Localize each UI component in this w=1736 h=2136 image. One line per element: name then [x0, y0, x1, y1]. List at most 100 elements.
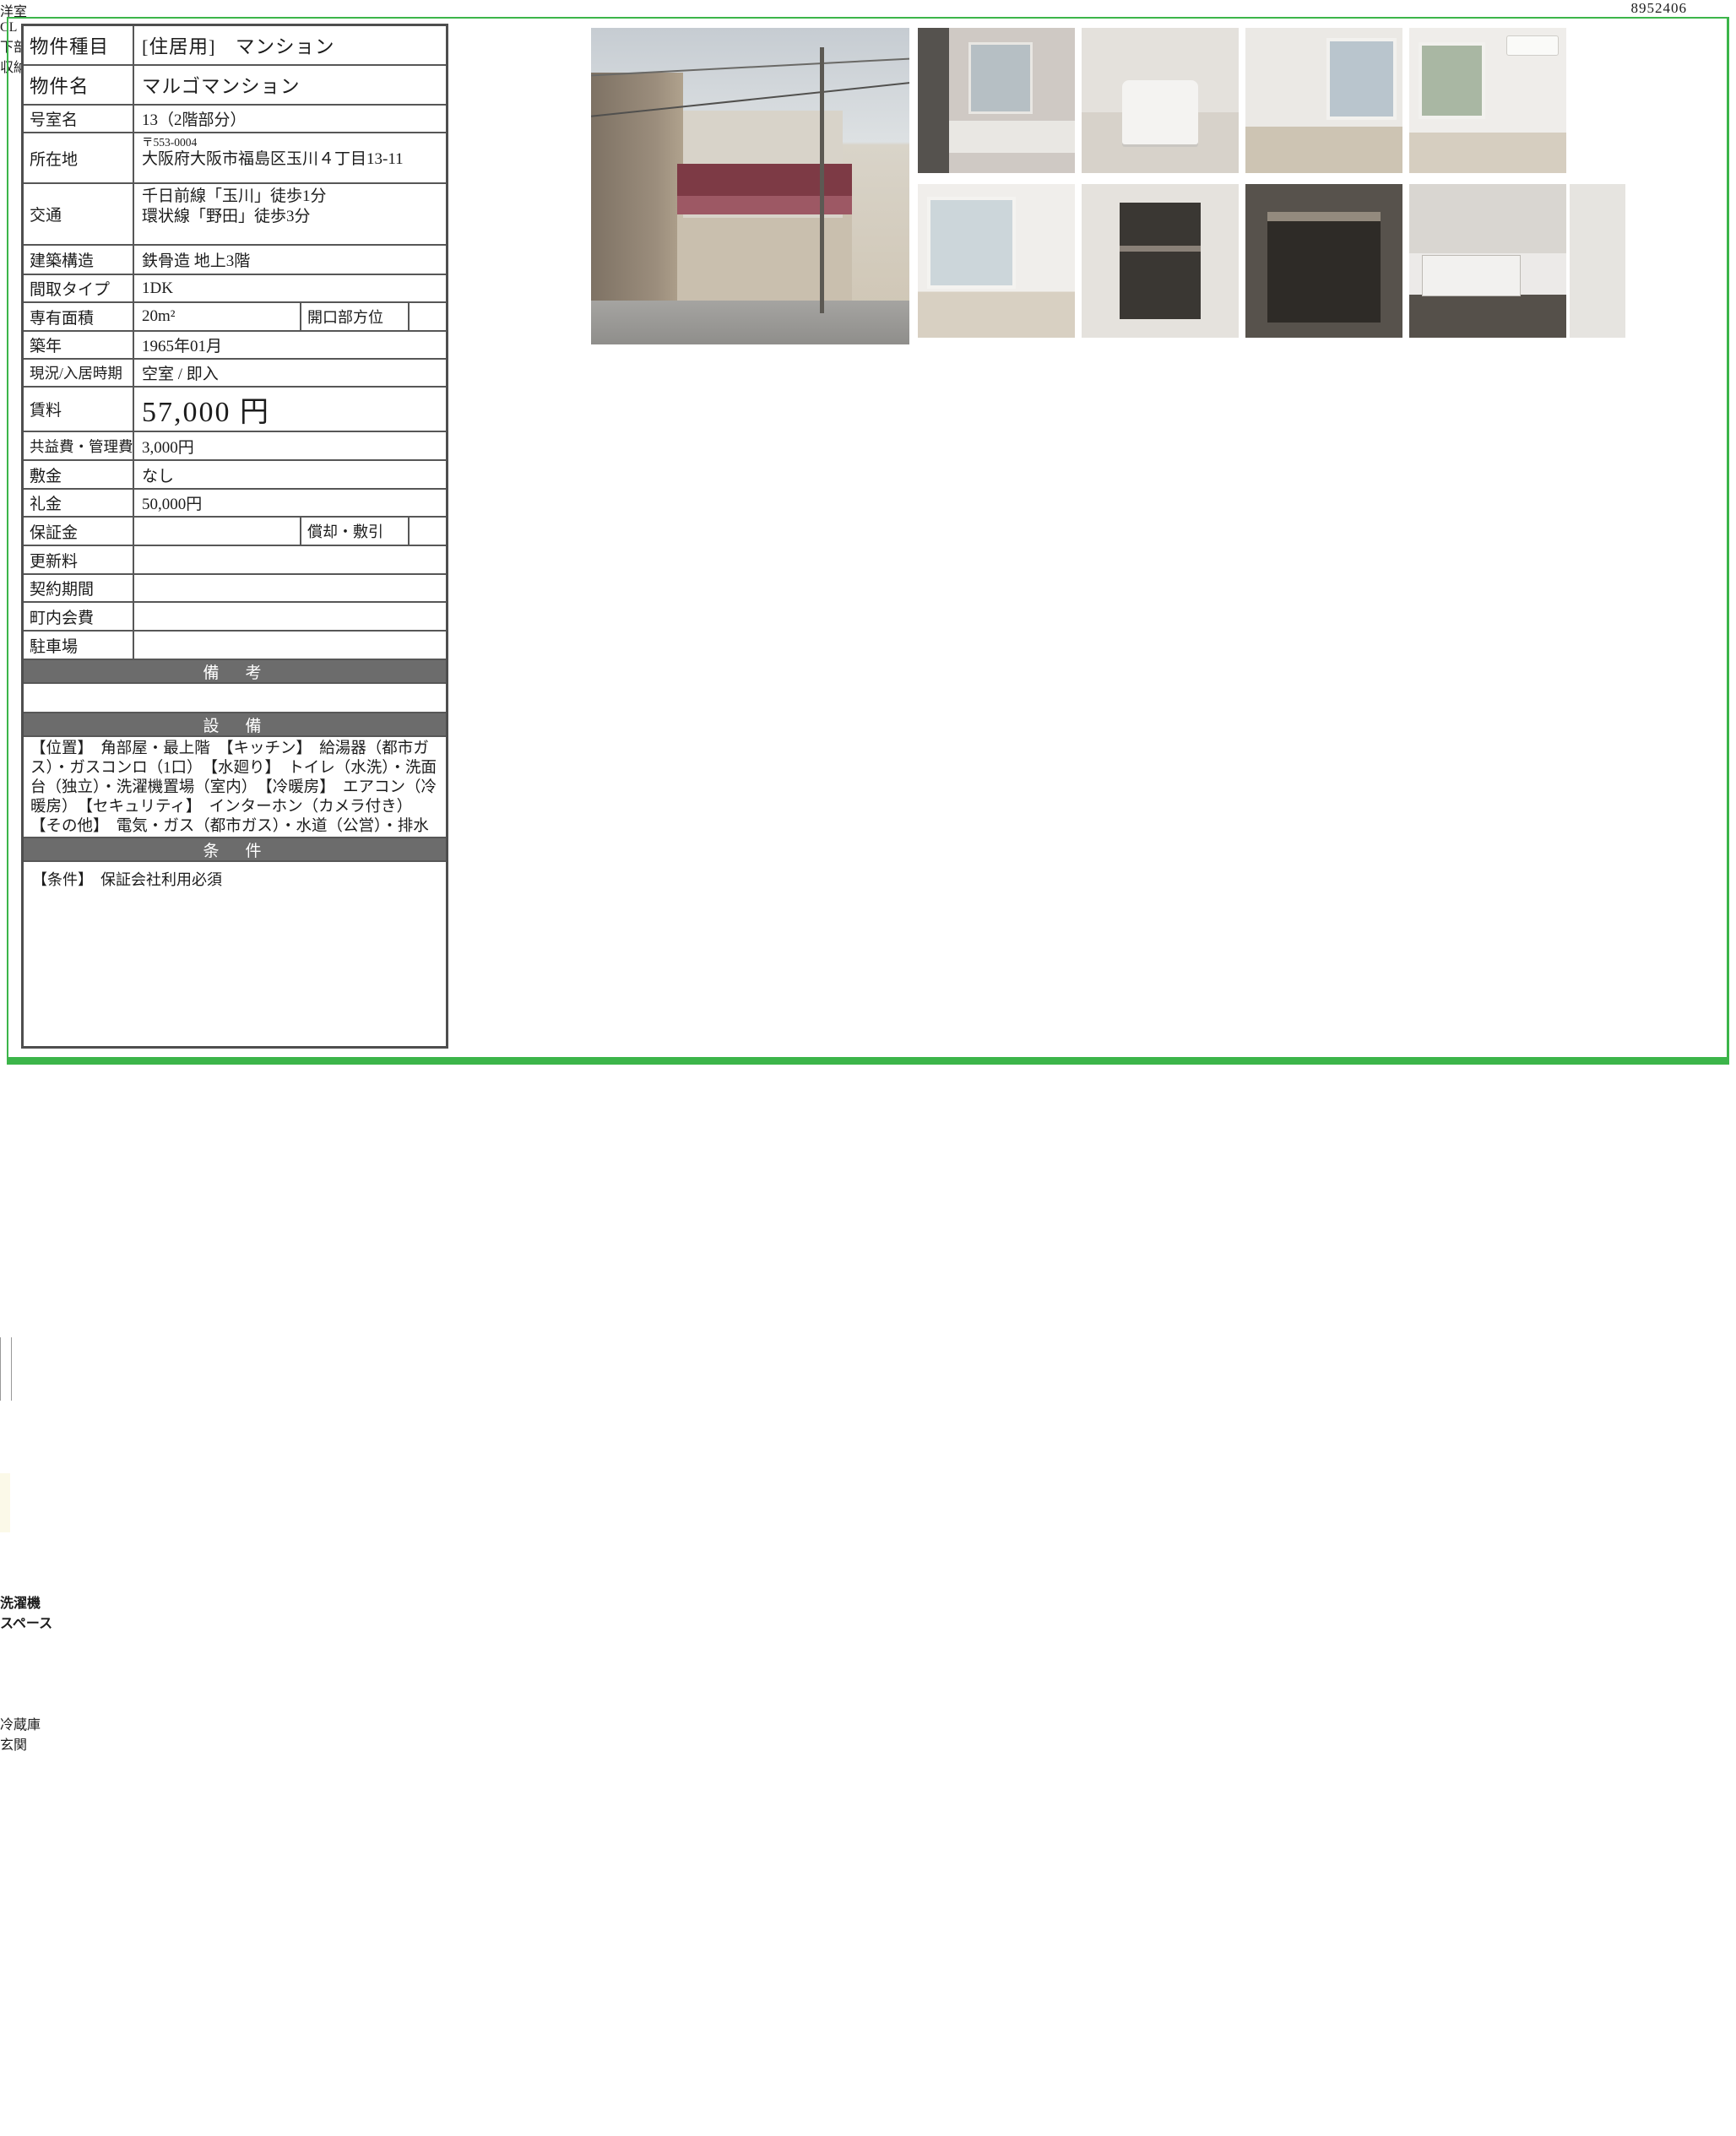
row-value [134, 575, 446, 601]
table-row: 駐車場 [24, 632, 446, 660]
equipment-content: 【位置】 角部屋・最上階 【キッチン】 給湯器（都市ガス）・ガスコンロ（1口） … [24, 737, 446, 838]
photo-utility-pole [820, 47, 824, 313]
plan-double-door [0, 1411, 28, 1442]
row-value [134, 546, 446, 573]
photo-thumbnail-room-window-ac [1409, 28, 1566, 173]
row-label: 現況/入居時期 [24, 360, 134, 386]
row-label: 保証金 [24, 518, 134, 545]
row-label: 賃料 [24, 388, 134, 431]
photo-counter [949, 121, 1075, 153]
plan-wall [0, 1136, 8, 1238]
row-value: マルゴマンション [134, 66, 446, 104]
row-label: 物件名 [24, 66, 134, 104]
table-row: 敷金 なし [24, 461, 446, 490]
row-label: 共益費・管理費 [24, 432, 134, 459]
table-row: 物件名 マルゴマンション [24, 66, 446, 106]
plan-wall [0, 86, 10, 457]
photo-awning-lower [677, 196, 852, 215]
row-sub-label: 開口部方位 [301, 303, 410, 330]
photo-window [1326, 38, 1396, 120]
photo-closet-shelf [1267, 212, 1381, 221]
plan-door-opening [0, 1473, 10, 1532]
main-exterior-photo [591, 28, 909, 344]
table-row: 号室名 13（2階部分） [24, 106, 446, 133]
row-label: 駐車場 [24, 632, 134, 659]
table-row: 専有面積 20m² 開口部方位 [24, 303, 446, 332]
table-row: 築年 1965年01月 [24, 332, 446, 360]
photo-thumbnail-closet-dark [1245, 184, 1402, 338]
row-label: 礼金 [24, 490, 134, 516]
photo-air-conditioner [1506, 35, 1559, 56]
table-row: 所在地 〒553-0004 大阪府大阪市福島区玉川４丁目13-11 [24, 133, 446, 184]
table-row: 間取タイプ 1DK [24, 275, 446, 303]
row-value: 1DK [134, 275, 446, 301]
row-value: [住居用] マンション [134, 26, 446, 64]
plan-double-door [0, 1442, 28, 1473]
plan-wall [0, 1118, 149, 1128]
row-label: 間取タイプ [24, 275, 134, 301]
row-label: 町内会費 [24, 603, 134, 630]
row-value: 鉄骨造 地上3階 [134, 246, 446, 274]
reference-number: 8952406 [1631, 0, 1688, 17]
property-detail-table: 物件種目 [住居用] マンション 物件名 マルゴマンション 号室名 13（2階部… [21, 24, 448, 1049]
table-row: 契約期間 [24, 575, 446, 603]
row-value: なし [134, 461, 446, 488]
location-map: 北おおさか信用 金庫野田支店 ボンマルシェ食堂 東横INN大阪JR野田駅前 1 … [0, 1816, 1736, 2136]
remarks-content [24, 684, 446, 713]
plan-wall [0, 1128, 93, 1136]
row-label: 更新料 [24, 546, 134, 573]
photo-closet-shelf [1120, 246, 1202, 252]
plan-entrance: 玄関 [0, 1733, 1736, 1754]
row-label: 専有面積 [24, 303, 134, 330]
row-value [134, 603, 446, 630]
plan-entrance-label: 玄関 [0, 1738, 27, 1753]
plan-wall [0, 467, 10, 643]
photo-kitchen-counter [1422, 255, 1521, 296]
row-value: 千日前線「玉川」徒歩1分 環状線「野田」徒歩3分 [134, 184, 446, 244]
photo-window [927, 197, 1016, 290]
row-label: 敷金 [24, 461, 134, 488]
table-row: 更新料 [24, 546, 446, 575]
plan-door-opening [0, 1401, 59, 1411]
table-row: 建築構造 鉄骨造 地上3階 [24, 246, 446, 275]
photo-mirror [968, 42, 1033, 114]
plan-room-label: 洋室 [0, 5, 27, 19]
row-value: 50,000円 [134, 490, 446, 516]
plan-washer-label: 洗濯機 スペース [0, 1597, 52, 1631]
transit-line-2: 環状線「野田」徒歩3分 [142, 207, 438, 227]
photo-closet-opening [1120, 203, 1202, 319]
row-label: 所在地 [24, 133, 134, 182]
row-label: 契約期間 [24, 575, 134, 601]
table-row: 交通 千日前線「玉川」徒歩1分 環状線「野田」徒歩3分 [24, 184, 446, 246]
plan-door-opening [0, 1754, 52, 1764]
table-row: 町内会費 [24, 603, 446, 632]
photo-thumbnail-bathroom [918, 28, 1075, 173]
row-sub-label: 償却・敷引 [301, 518, 410, 545]
row-value: 〒553-0004 大阪府大阪市福島区玉川４丁目13-11 [134, 133, 446, 182]
plan-wall [0, 653, 10, 1004]
photo-road [591, 301, 909, 345]
photo-building-lower [677, 214, 852, 300]
row-value: 20m² [134, 303, 301, 330]
table-row: 共益費・管理費 3,000円 [24, 432, 446, 461]
row-label: 物件種目 [24, 26, 134, 64]
photo-thumbnail-washbasin [1082, 28, 1239, 173]
row-label: 建築構造 [24, 246, 134, 274]
photo-closet-opening [1267, 221, 1381, 323]
conditions-content: 【条件】 保証会社利用必須 [24, 862, 446, 1046]
equipment-header: 設 備 [24, 713, 446, 737]
photo-thumbnail-room-corner [1245, 28, 1402, 173]
row-sub-value [410, 303, 446, 330]
conditions-header: 条 件 [24, 838, 446, 862]
row-label: 号室名 [24, 106, 134, 132]
row-sub-value [410, 518, 446, 545]
row-value [134, 632, 446, 659]
transit-line-1: 千日前線「玉川」徒歩1分 [142, 187, 438, 207]
table-row: 保証金 償却・敷引 [24, 518, 446, 546]
plan-wall [0, 1632, 8, 1713]
photo-thumbnail-room-window [918, 184, 1075, 338]
row-value: 空室 / 即入 [134, 360, 446, 386]
row-label: 築年 [24, 332, 134, 358]
plan-window [0, 1256, 1736, 1337]
row-label: 交通 [24, 184, 134, 244]
